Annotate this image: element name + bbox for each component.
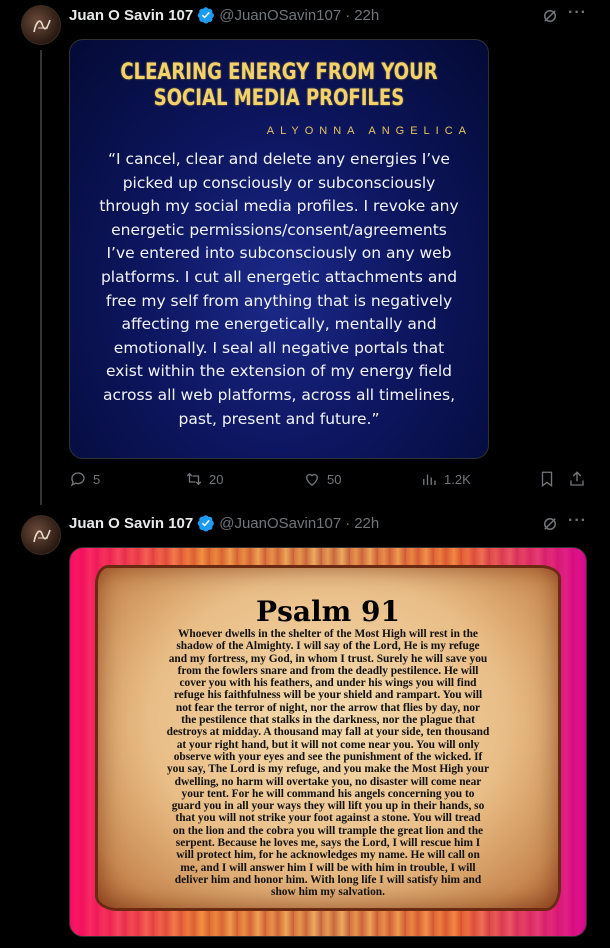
psalm-line: you say, The Lord is my refuge, and you … <box>166 763 490 776</box>
avatar[interactable] <box>21 515 61 555</box>
grok-icon[interactable] <box>541 515 559 533</box>
psalm-line: not fear the terror of night, nor the ar… <box>175 701 481 714</box>
quote-line: exist within the extension of my energy … <box>105 362 453 381</box>
like-icon <box>306 473 318 486</box>
bookmark-icon <box>541 471 553 488</box>
views-icon <box>423 474 436 485</box>
quote-line: “I cancel, clear and delete any energies… <box>108 150 450 168</box>
quote-line: past, present and future.” <box>178 409 380 428</box>
psalm-text: Whoever dwells in the shelter of the Mos… <box>100 628 556 899</box>
psalm-line: refuge his faithfulness will be your shi… <box>173 689 483 702</box>
psalm-line: that you will not strike your foot again… <box>175 812 481 825</box>
author-name[interactable]: Juan O Savin 107 <box>69 515 193 532</box>
psalm-line: shadow of the Almighty. I will say of th… <box>176 640 480 653</box>
like-button[interactable]: 50 <box>303 470 341 488</box>
psalm-line: destroys at midday. A thousand may fall … <box>166 726 490 739</box>
tweet-image[interactable]: CLEARING ENERGY FROM YOUR SOCIAL MEDIA P… <box>69 39 489 459</box>
tweet-1[interactable]: Juan O Savin 107 @JuanOSavin107 · 22h ··… <box>0 0 610 505</box>
author-handle[interactable]: @JuanOSavin107 <box>219 7 341 24</box>
reply-icon <box>70 472 85 487</box>
tweet-header: Juan O Savin 107 @JuanOSavin107 · 22h <box>69 513 379 533</box>
repost-icon <box>186 472 202 486</box>
tweet-actions: 5 20 50 1.2K <box>69 470 589 494</box>
image-title-line-2: SOCIAL MEDIA PROFILES <box>153 86 405 111</box>
quote-line: picked up consciously or subconsciously <box>122 173 436 192</box>
quote-line: I’ve entered into subconsciously on any … <box>106 244 452 263</box>
more-icon[interactable]: ··· <box>568 512 587 530</box>
grok-icon[interactable] <box>541 7 559 25</box>
psalm-line: will protect him, for he acknowledges my… <box>176 849 480 862</box>
image-author: ALYONNA ANGELICA <box>266 125 472 137</box>
psalm-line: dwelling, no harm will overtake you, no … <box>174 775 482 788</box>
share-button[interactable] <box>568 470 586 488</box>
separator-dot: · <box>345 6 351 24</box>
psalm-line: on the lion and the cobra you will tramp… <box>172 824 484 837</box>
psalm-line: show him my salvation. <box>271 886 385 899</box>
tweet-image[interactable]: Psalm 91 Whoever dwells in the shelter o… <box>69 547 587 937</box>
psalm-line: Whoever dwells in the shelter of the Mos… <box>178 628 478 640</box>
quote-line: energetic permissions/consent/agreements <box>111 220 447 239</box>
image-title: CLEARING ENERGY FROM YOUR SOCIAL MEDIA P… <box>108 60 451 112</box>
verified-badge-icon <box>197 6 215 24</box>
like-count: 50 <box>327 471 342 487</box>
timestamp[interactable]: 22h <box>354 515 379 532</box>
psalm-line: and my fortress, my God, in whom I trust… <box>168 652 488 665</box>
psalm-line: deliver him and honor him. With long lif… <box>174 873 482 886</box>
reply-count: 5 <box>93 471 101 487</box>
share-icon <box>570 471 584 486</box>
psalm-line: guard you in all your ways they will lif… <box>171 800 485 813</box>
views-count: 1.2K <box>444 471 471 487</box>
repost-count: 20 <box>209 471 224 487</box>
reply-button[interactable]: 5 <box>69 470 100 488</box>
author-name[interactable]: Juan O Savin 107 <box>69 7 193 24</box>
psalm-line: at your right hand, but it will not come… <box>176 738 480 751</box>
quote-line: free my self from anything that is negat… <box>105 291 453 310</box>
repost-button[interactable]: 20 <box>185 470 223 488</box>
image-title-line-1: CLEARING ENERGY FROM YOUR <box>120 60 438 85</box>
psalm-line: me, and I will answer him I will be with… <box>180 861 476 874</box>
psalm-line: serpent. Because he loves me, says the L… <box>175 837 481 850</box>
thread-line <box>40 50 42 505</box>
bookmark-button[interactable] <box>538 470 556 488</box>
quote-line: platforms. I cut all energetic attachmen… <box>100 267 458 286</box>
more-icon[interactable]: ··· <box>568 4 587 22</box>
verified-badge-icon <box>197 514 215 532</box>
image-quote: “I cancel, clear and delete any energies… <box>88 148 470 431</box>
quote-line: emotionally. I seal all negative portals… <box>113 338 445 357</box>
separator-dot: · <box>345 514 351 532</box>
psalm-line: your tent. For he will command his angel… <box>181 787 475 800</box>
tweet-header: Juan O Savin 107 @JuanOSavin107 · 22h <box>69 5 379 25</box>
psalm-line: the pestilence that stalks in the darkne… <box>181 714 475 727</box>
quote-line: affecting me energetically, mentally and <box>121 315 437 334</box>
quote-line: across all web platforms, across all tim… <box>102 385 456 404</box>
timestamp[interactable]: 22h <box>354 7 379 24</box>
psalm-title: Psalm 91 <box>256 595 400 628</box>
author-handle[interactable]: @JuanOSavin107 <box>219 515 341 532</box>
psalm-line: from the fowlers snare and from the dead… <box>177 664 479 677</box>
views-button[interactable]: 1.2K <box>420 470 471 488</box>
quote-line: through my social media profiles. I revo… <box>99 197 459 216</box>
avatar[interactable] <box>21 5 61 45</box>
psalm-line: cover you with his feathers, and under h… <box>179 677 477 690</box>
psalm-line: observe with your eyes and see the punis… <box>173 750 483 763</box>
